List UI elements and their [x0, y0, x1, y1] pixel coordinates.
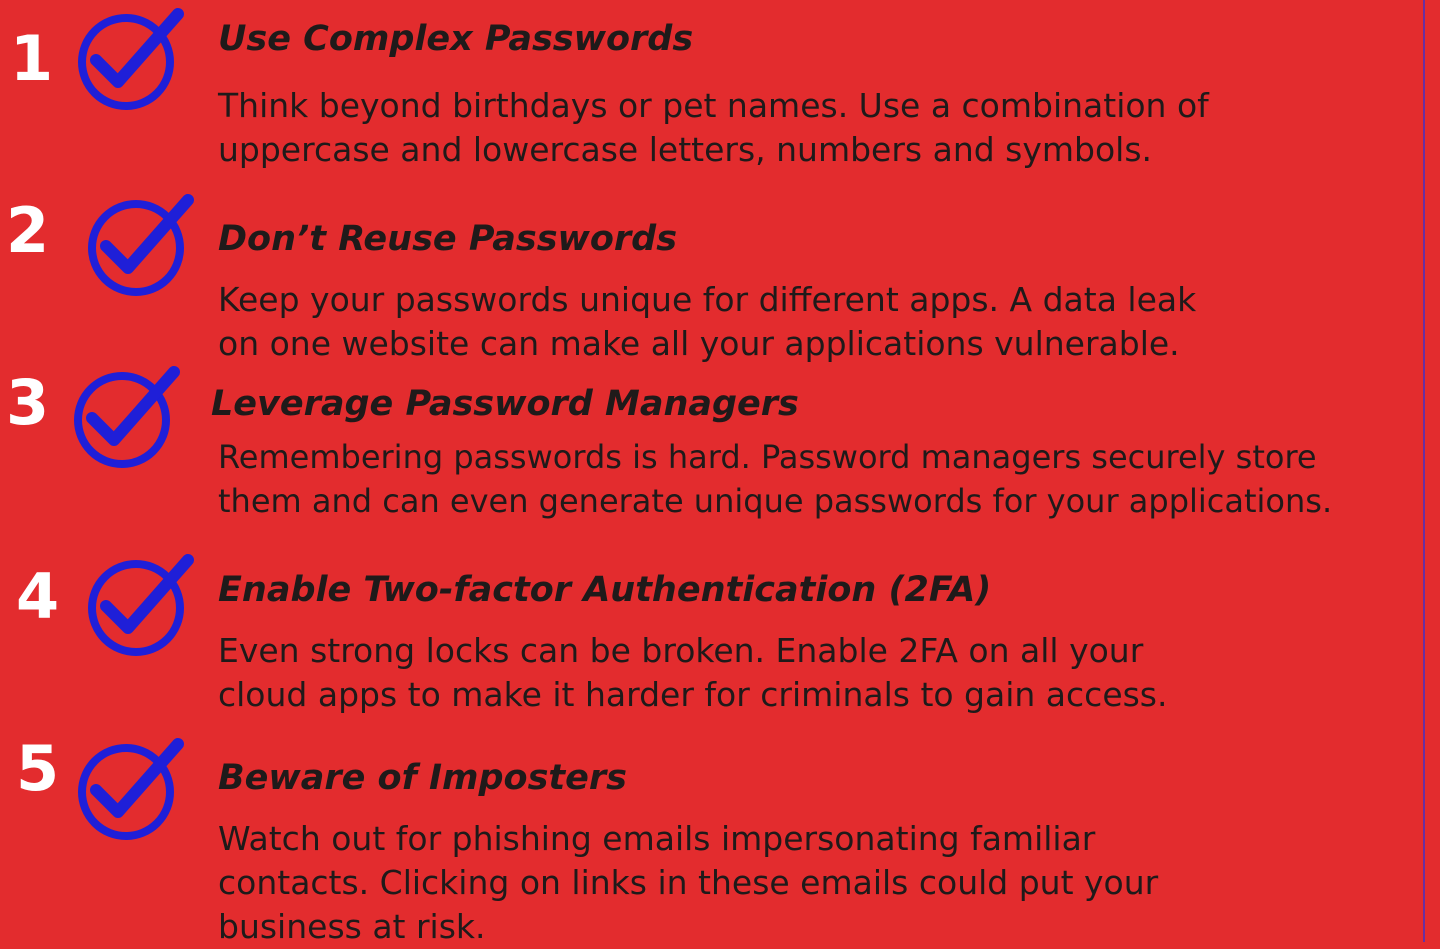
tip-number: 4	[16, 560, 60, 633]
tip-description-line: them and can even generate unique passwo…	[218, 482, 1333, 520]
tip-title: Use Complex Passwords	[218, 19, 694, 59]
tip-description: Remembering passwords is hard. Password …	[218, 435, 1332, 523]
tip-description-line: Keep your passwords unique for different…	[218, 280, 1197, 319]
tip-number: 5	[16, 732, 60, 805]
check-circle-icon	[82, 194, 194, 298]
tip-description-line: Remembering passwords is hard. Password …	[218, 438, 1317, 476]
tip-number: 1	[10, 22, 54, 95]
tip-number: 3	[6, 366, 50, 439]
tip-description-line: contacts. Clicking on links in these ema…	[218, 863, 1159, 902]
tip-title: Beware of Imposters	[218, 758, 627, 798]
tip-description-line: cloud apps to make it harder for crimina…	[218, 675, 1168, 714]
tip-description-line: Watch out for phishing emails impersonat…	[218, 819, 1096, 858]
check-circle-icon	[82, 554, 194, 658]
tip-description: Watch out for phishing emails impersonat…	[218, 817, 1158, 949]
tip-description-line: business at risk.	[218, 907, 486, 946]
tip-description-line: Even strong locks can be broken. Enable …	[218, 631, 1144, 670]
tip-description-line: uppercase and lowercase letters, numbers…	[218, 130, 1153, 169]
tip-title: Don’t Reuse Passwords	[218, 219, 678, 259]
tip-description-line: Think beyond birthdays or pet names. Use…	[218, 86, 1209, 125]
tip-title: Enable Two-factor Authentication (2FA)	[218, 570, 992, 610]
tip-description: Think beyond birthdays or pet names. Use…	[218, 84, 1209, 172]
check-circle-icon	[72, 8, 184, 112]
tip-description: Even strong locks can be broken. Enable …	[218, 629, 1168, 717]
right-divider	[1423, 0, 1425, 942]
tip-description-line: on one website can make all your applica…	[218, 324, 1180, 363]
check-circle-icon	[68, 366, 180, 470]
tip-description: Keep your passwords unique for different…	[218, 278, 1196, 366]
check-circle-icon	[72, 738, 184, 842]
tip-number: 2	[6, 194, 50, 267]
tip-title: Leverage Password Managers	[211, 384, 799, 424]
